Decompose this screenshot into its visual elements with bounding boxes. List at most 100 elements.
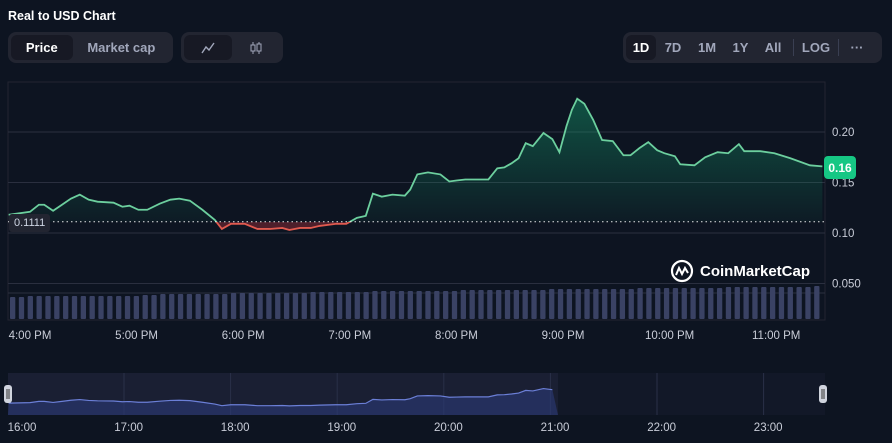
volume-bar	[275, 293, 281, 319]
volume-bar	[63, 296, 69, 319]
volume-bar	[716, 288, 723, 319]
volume-bar	[805, 287, 811, 319]
y-tick-label: 0.20	[832, 127, 854, 139]
volume-bar	[496, 290, 502, 319]
volume-bar	[769, 287, 776, 319]
navigator-handle[interactable]	[819, 385, 827, 403]
volume-bar	[575, 289, 581, 319]
volume-bar	[71, 296, 78, 319]
y-tick-label: 0.15	[832, 178, 854, 190]
volume-bar	[363, 292, 369, 319]
volume-bar	[319, 292, 325, 319]
volume-bar	[646, 288, 652, 319]
volume-bar	[354, 292, 360, 319]
volume-bar	[610, 289, 617, 319]
x-tick-label: 11:00 PM	[752, 330, 800, 342]
volume-bar	[504, 290, 511, 319]
volume-bar	[584, 289, 590, 319]
volume-bar	[248, 293, 254, 319]
volume-bar	[107, 296, 113, 319]
x-tick-label: 4:00 PM	[9, 330, 52, 342]
volume-bar	[796, 287, 802, 319]
volume-bar	[124, 296, 131, 319]
volume-bar	[98, 296, 104, 319]
volume-bar	[213, 294, 219, 319]
volume-bar	[160, 294, 166, 319]
navigator-tick-label: 17:00	[114, 422, 143, 434]
volume-bar	[619, 289, 626, 319]
volume-bar	[345, 292, 352, 319]
volume-bar	[434, 291, 440, 319]
volume-bar	[177, 294, 184, 319]
volume-bar	[27, 296, 33, 319]
navigator-tick-label: 22:00	[647, 422, 676, 434]
volume-bar	[416, 291, 422, 319]
volume-bar	[204, 294, 210, 319]
volume-bar	[672, 288, 679, 319]
volume-bar	[531, 290, 537, 319]
volume-bar	[663, 288, 670, 319]
volume-bar	[469, 290, 475, 319]
volume-bar	[734, 287, 740, 319]
volume-bar	[699, 288, 705, 319]
volume-bar	[239, 293, 246, 319]
x-tick-label: 10:00 PM	[645, 330, 694, 342]
volume-bar	[372, 291, 378, 319]
volume-bar	[681, 288, 687, 319]
volume-bar	[513, 290, 520, 319]
navigator-tick-label: 20:00	[434, 422, 463, 434]
volume-bar	[540, 290, 546, 319]
x-tick-label: 5:00 PM	[115, 330, 158, 342]
volume-bar	[45, 296, 51, 319]
volume-bar	[89, 296, 95, 319]
volume-bar	[478, 290, 484, 319]
volume-bar	[398, 291, 405, 319]
x-tick-label: 6:00 PM	[222, 330, 265, 342]
x-tick-label: 8:00 PM	[435, 330, 478, 342]
current-price-label: 0.16	[824, 156, 856, 179]
navigator-handle[interactable]	[4, 385, 12, 403]
navigator-tick-label: 16:00	[8, 422, 37, 434]
coinmarketcap-watermark: CoinMarketCap	[670, 259, 810, 283]
volume-bar	[557, 289, 564, 319]
navigator-unselected	[558, 373, 825, 415]
price-area-up	[8, 98, 823, 222]
volume-bar	[336, 292, 343, 319]
volume-bar	[451, 291, 458, 319]
watermark-text: CoinMarketCap	[700, 262, 811, 280]
volume-bar	[593, 289, 599, 319]
volume-bar	[18, 297, 25, 319]
volume-bar	[743, 287, 749, 319]
volume-bar	[283, 293, 290, 319]
volume-bar	[522, 290, 528, 319]
volume-bar	[761, 287, 767, 319]
volume-bar	[425, 291, 431, 319]
volume-bar	[407, 291, 413, 319]
price-chart[interactable]: 0.20 0.15 0.10 0.050 4:00 PM 5:00 PM 6:00 PM 7:…	[0, 0, 892, 443]
navigator-tick-label: 21:00	[541, 422, 570, 434]
volume-bar	[443, 291, 449, 319]
y-tick-label: 0.050	[832, 279, 861, 291]
volume-bar	[787, 287, 793, 319]
volume-bar	[628, 289, 634, 319]
volume-bar	[655, 288, 661, 319]
volume-bar	[54, 296, 60, 319]
volume-bar	[186, 294, 193, 319]
volume-bar	[10, 297, 16, 319]
volume-bar	[169, 294, 175, 319]
volume-bar	[708, 288, 714, 319]
volume-bar	[690, 288, 696, 319]
volume-bar	[230, 293, 237, 319]
y-tick-label: 0.10	[832, 228, 854, 240]
volume-bar	[310, 292, 316, 319]
volume-bar	[381, 291, 387, 319]
volume-bar	[725, 287, 732, 319]
volume-bar	[752, 287, 758, 319]
volume-bar	[151, 295, 157, 319]
volume-bar	[487, 290, 493, 319]
volume-bar	[257, 293, 263, 319]
navigator-tick-label: 19:00	[327, 422, 356, 434]
volume-bar	[778, 287, 785, 319]
volume-bar	[292, 293, 299, 319]
navigator-tick-label: 18:00	[221, 422, 250, 434]
